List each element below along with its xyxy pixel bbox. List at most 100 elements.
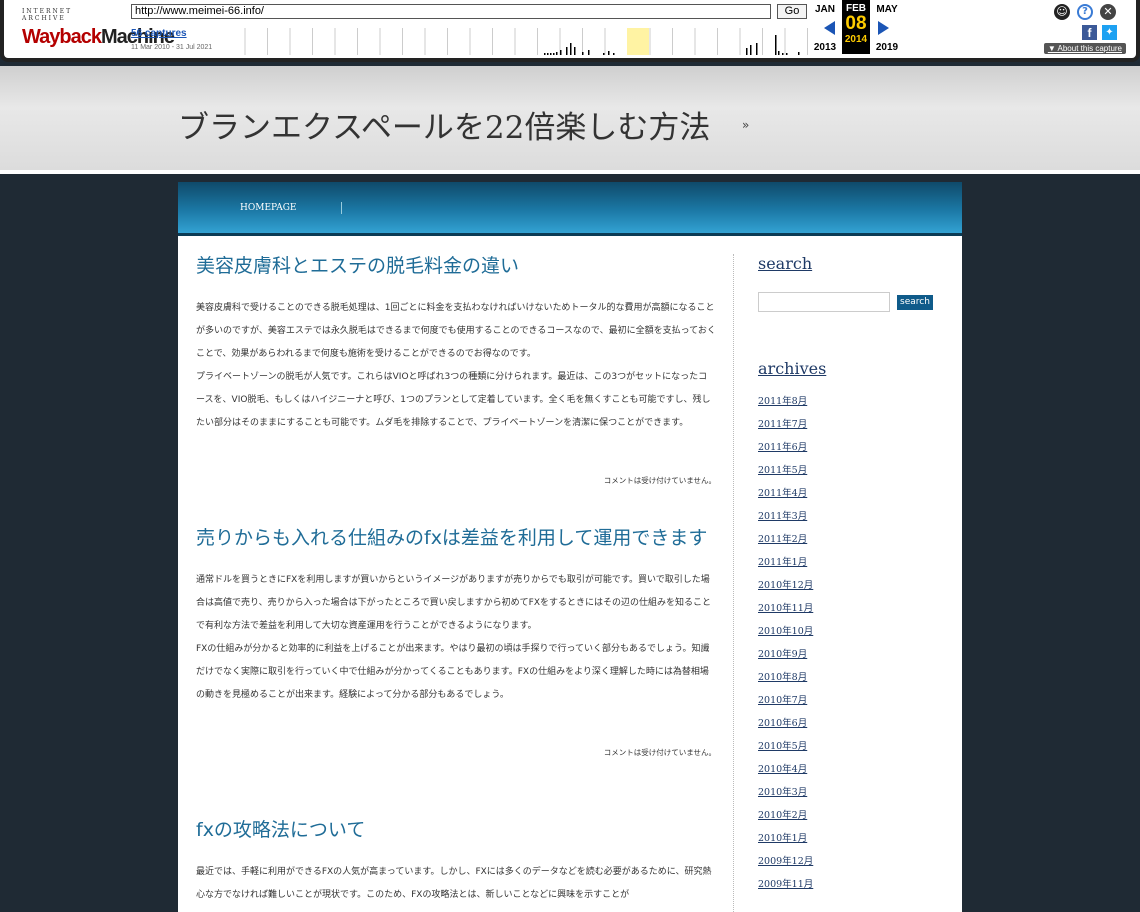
post: 売りからも入れる仕組みのfxは差益を利用して運用できます 通常ドルを買うときにF… [196, 526, 716, 818]
wayback-logo[interactable]: INTERNET ARCHIVE WaybackMachine [22, 8, 175, 49]
archive-link[interactable]: 2010年6月 [758, 712, 962, 735]
nav-homepage[interactable]: HOMEPAGE [240, 203, 297, 213]
post-paragraph: FXの仕組みが分かると効率的に利益を上げることが出来ます。やはり最初の頃は手探り… [196, 644, 710, 700]
sparkline-bar [570, 43, 572, 55]
sparkline-bar [778, 51, 780, 55]
post-title[interactable]: fxの攻略法について [196, 818, 716, 842]
post-paragraph: プライベートゾーンの脱毛が人気です。これらはVIOと呼ばれ3つの種類に分けられま… [196, 372, 711, 428]
sparkline-bar [560, 50, 562, 55]
archive-link[interactable]: 2010年3月 [758, 781, 962, 804]
current-day: 08 [845, 13, 867, 34]
search-form: search [758, 292, 962, 312]
sparkline-bar [798, 52, 800, 55]
twitter-icon[interactable]: ✦ [1102, 25, 1117, 40]
prev-month-link[interactable]: JAN [810, 4, 840, 15]
next-year-link[interactable]: 2019 [872, 42, 902, 53]
wayback-toolbar: INTERNET ARCHIVE WaybackMachine http://w… [0, 0, 1140, 62]
sparkline-bar [553, 53, 555, 55]
post-body: 美容皮膚科で受けることのできる脱毛処理は、1回ごとに料金を支払わなければいけない… [196, 297, 716, 435]
archive-link[interactable]: 2010年8月 [758, 666, 962, 689]
archive-link[interactable]: 2011年1月 [758, 551, 962, 574]
archive-link[interactable]: 2010年2月 [758, 804, 962, 827]
sparkline-bar [550, 53, 552, 55]
archive-link[interactable]: 2010年10月 [758, 620, 962, 643]
post-paragraph: 最近では、手軽に利用ができるFXの人気が高まっています。しかし、FXには多くのデ… [196, 867, 712, 900]
captures-link[interactable]: 56 captures [131, 28, 187, 39]
sparkline-year-grid [244, 28, 808, 55]
archive-link[interactable]: 2011年5月 [758, 459, 962, 482]
sparkline-bar [750, 45, 752, 55]
site-title[interactable]: ブランエクスペールを22倍楽しむ方法 [178, 102, 710, 147]
archive-link[interactable]: 2011年7月 [758, 413, 962, 436]
site-header: ブランエクスペールを22倍楽しむ方法 » [0, 66, 1140, 174]
sparkline-bar [756, 43, 758, 55]
archive-link[interactable]: 2010年9月 [758, 643, 962, 666]
close-icon[interactable]: ✕ [1100, 4, 1116, 20]
sparkline-current-year-highlight [627, 28, 649, 55]
sparkline-bar [574, 47, 576, 55]
archives-list: 2011年8月 2011年7月 2011年6月 2011年5月 2011年4月 2011年… [758, 390, 962, 896]
sparkline-bar [608, 51, 610, 55]
archive-link[interactable]: 2010年1月 [758, 827, 962, 850]
capture-date-range: 11 Mar 2010 - 31 Jul 2021 [131, 44, 213, 51]
calendar-nav: JAN FEB 08 2014 MAY 2013 2019 [810, 0, 910, 56]
archives-heading: archives [758, 359, 827, 378]
search-button[interactable]: search [897, 295, 933, 310]
facebook-icon[interactable]: f [1082, 25, 1097, 40]
next-month-link[interactable]: MAY [872, 4, 902, 15]
sparkline-bar [582, 52, 584, 55]
page-container: HOMEPAGE 美容皮膚科とエステの脱毛料金の違い 美容皮膚科で受けることので… [178, 182, 962, 912]
sparkline-bar [566, 47, 568, 55]
share-icons: f ✦ [1082, 25, 1122, 40]
post-title[interactable]: 美容皮膚科とエステの脱毛料金の違い [196, 254, 716, 278]
sparkline-bar [782, 53, 784, 55]
user-icon[interactable]: ☺ [1054, 4, 1070, 20]
logo-wayback-machine: WaybackMachine [22, 26, 175, 48]
url-input[interactable]: http://www.meimei-66.info/ [131, 4, 771, 19]
site-description: » [742, 118, 750, 132]
current-year: 2014 [844, 34, 868, 45]
comments-closed: コメントは受け付けていません。 [603, 476, 716, 485]
post-title[interactable]: 売りからも入れる仕組みのfxは差益を利用して運用できます [196, 526, 716, 550]
archive-link[interactable]: 2011年8月 [758, 390, 962, 413]
sparkline-bar [544, 53, 546, 55]
archive-link[interactable]: 2011年6月 [758, 436, 962, 459]
sparkline-bar [775, 35, 777, 55]
toolbar-icons: ☺ ? ✕ [1054, 4, 1124, 22]
post-body: 通常ドルを買うときにFXを利用しますが買いからというイメージがありますが売りから… [196, 569, 716, 707]
sparkline-bar [588, 50, 590, 55]
sidebar: search search archives 2011年8月 2011年7月 201… [733, 254, 962, 912]
prev-year-link[interactable]: 2013 [810, 42, 840, 53]
archive-link[interactable]: 2011年2月 [758, 528, 962, 551]
sparkline-bar [603, 53, 605, 55]
sparkline-bar [746, 48, 748, 55]
sparkline-bar [556, 52, 558, 55]
help-icon[interactable]: ? [1077, 4, 1093, 20]
archive-link[interactable]: 2010年4月 [758, 758, 962, 781]
sparkline-bar [547, 53, 549, 55]
capture-sparkline[interactable] [230, 28, 808, 55]
post-paragraph: 通常ドルを買うときにFXを利用しますが買いからというイメージがありますが売りから… [196, 575, 711, 631]
about-capture-link[interactable]: ▼ About this capture [1043, 43, 1126, 54]
archive-link[interactable]: 2011年3月 [758, 505, 962, 528]
content-column: 美容皮膚科とエステの脱毛料金の違い 美容皮膚科で受けることのできる脱毛処理は、1… [196, 254, 716, 907]
archive-link[interactable]: 2010年12月 [758, 574, 962, 597]
archive-link[interactable]: 2010年11月 [758, 597, 962, 620]
next-capture-arrow-icon[interactable] [878, 21, 889, 35]
archive-link[interactable]: 2010年7月 [758, 689, 962, 712]
search-input[interactable] [758, 292, 890, 312]
archive-link[interactable]: 2009年11月 [758, 873, 962, 896]
search-heading: search [758, 254, 813, 273]
prev-capture-arrow-icon[interactable] [824, 21, 835, 35]
post-body: 最近では、手軽に利用ができるFXの人気が高まっています。しかし、FXには多くのデ… [196, 861, 716, 907]
current-capture-date: FEB 08 2014 [842, 0, 870, 54]
go-button[interactable]: Go [777, 4, 807, 19]
sparkline-bar [613, 53, 615, 55]
archive-link[interactable]: 2011年4月 [758, 482, 962, 505]
post-paragraph: 美容皮膚科で受けることのできる脱毛処理は、1回ごとに料金を支払わなければいけない… [196, 303, 716, 359]
archive-link[interactable]: 2010年5月 [758, 735, 962, 758]
comments-closed: コメントは受け付けていません。 [603, 748, 716, 757]
archive-link[interactable]: 2009年12月 [758, 850, 962, 873]
sparkline-bar [786, 53, 788, 55]
post: 美容皮膚科とエステの脱毛料金の違い 美容皮膚科で受けることのできる脱毛処理は、1… [196, 254, 716, 526]
